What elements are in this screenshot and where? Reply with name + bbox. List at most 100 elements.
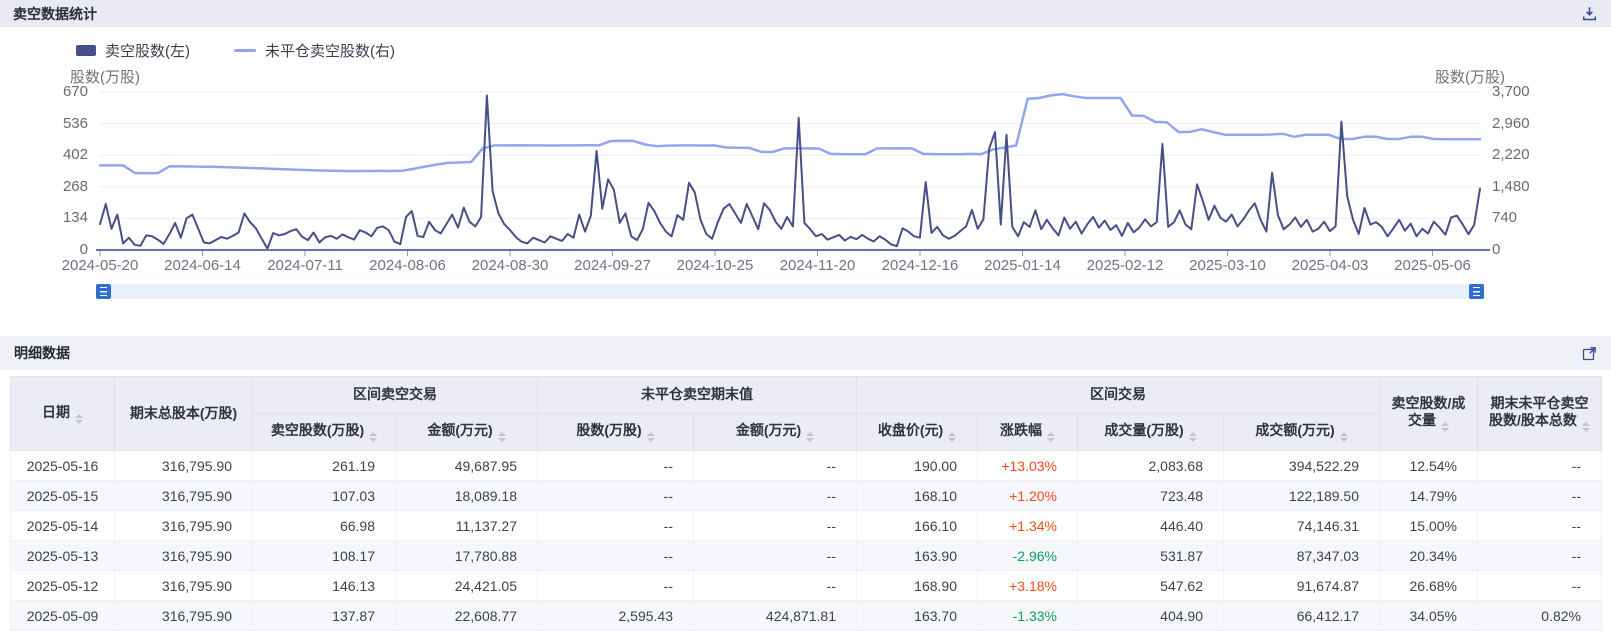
sort-icon[interactable] <box>1340 432 1348 442</box>
cell-value: 20.34% <box>1380 541 1478 571</box>
chart-title: 卖空数据统计 <box>13 4 97 24</box>
x-axis-label: 2024-10-25 <box>677 257 754 274</box>
cell-value: 26.68% <box>1380 571 1478 601</box>
cell-value: 91,674.87 <box>1224 571 1380 601</box>
col-header-short-ratio[interactable]: 卖空股数/成交量 <box>1380 377 1478 451</box>
cell-value: 49,687.95 <box>396 451 538 481</box>
sort-icon[interactable] <box>75 414 83 424</box>
right-axis-tick: 740 <box>1492 208 1572 228</box>
slider-handle-left[interactable] <box>96 284 111 299</box>
cell-value: +3.18% <box>978 571 1078 601</box>
col-header-close-price[interactable]: 收盘价(元) <box>857 414 978 451</box>
detail-data-table: 日期 期末总股本(万股) 区间卖空交易 未平仓卖空期末值 区间交易 卖空股数/成… <box>10 376 1602 631</box>
sort-icon[interactable] <box>1189 432 1197 442</box>
col-header-turnover[interactable]: 成交额(万元) <box>1224 414 1380 451</box>
x-axis-label: 2024-08-06 <box>369 257 446 274</box>
chart-plot-area[interactable]: 6705364022681340 3,7002,9602,2201,480740… <box>0 60 1611 288</box>
sort-icon[interactable] <box>369 432 377 442</box>
table-row[interactable]: 2025-05-09316,795.90137.8722,608.772,595… <box>11 601 1602 631</box>
legend-item-open-short-shares[interactable]: 未平仓卖空股数(右) <box>234 40 395 61</box>
sort-icon[interactable] <box>948 432 956 442</box>
cell-value: 316,795.90 <box>115 481 253 511</box>
left-axis-tick: 268 <box>28 177 88 197</box>
chart-zoom-slider[interactable] <box>96 284 1484 299</box>
cell-value: 66.98 <box>253 511 396 541</box>
cell-value: 531.87 <box>1078 541 1224 571</box>
chart-canvas <box>0 60 1611 288</box>
detail-section-title: 明细数据 <box>14 343 70 363</box>
cell-value: -- <box>1478 571 1602 601</box>
cell-value: 108.17 <box>253 541 396 571</box>
expand-icon[interactable] <box>1582 346 1597 361</box>
cell-value: 394,522.29 <box>1224 451 1380 481</box>
col-header-total-shares: 期末总股本(万股) <box>115 377 253 451</box>
legend-swatch-line-icon <box>234 49 256 52</box>
x-axis-label: 2024-06-14 <box>164 257 241 274</box>
cell-value: 723.48 <box>1078 481 1224 511</box>
group-header-interval-trade: 区间交易 <box>857 377 1380 414</box>
cell-value: 168.90 <box>857 571 978 601</box>
group-header-open-interest: 未平仓卖空期末值 <box>538 377 857 414</box>
cell-value: 316,795.90 <box>115 511 253 541</box>
cell-value: 316,795.90 <box>115 571 253 601</box>
cell-value: -1.33% <box>978 601 1078 631</box>
slider-track[interactable] <box>111 284 1469 299</box>
cell-date: 2025-05-12 <box>11 571 115 601</box>
cell-value: -- <box>1478 541 1602 571</box>
download-icon[interactable] <box>1582 6 1597 21</box>
slider-handle-right[interactable] <box>1469 284 1484 299</box>
legend-item-short-shares[interactable]: 卖空股数(左) <box>76 40 190 61</box>
table-row[interactable]: 2025-05-15316,795.90107.0318,089.18----1… <box>11 481 1602 511</box>
chart-legend: 卖空股数(左) 未平仓卖空股数(右) <box>76 40 395 61</box>
x-axis-label: 2025-01-14 <box>984 257 1061 274</box>
table-row[interactable]: 2025-05-14316,795.9066.9811,137.27----16… <box>11 511 1602 541</box>
col-header-date[interactable]: 日期 <box>11 377 115 451</box>
table-row[interactable]: 2025-05-13316,795.90108.1717,780.88----1… <box>11 541 1602 571</box>
x-axis-label: 2024-09-27 <box>574 257 651 274</box>
sort-icon[interactable] <box>647 432 655 442</box>
sort-icon[interactable] <box>806 432 814 442</box>
cell-value: 107.03 <box>253 481 396 511</box>
col-header-oi-ratio[interactable]: 期末未平仓卖空股数/股本总数 <box>1478 377 1602 451</box>
left-axis-tick: 670 <box>28 82 88 102</box>
sort-icon[interactable] <box>1047 432 1055 442</box>
col-header-volume[interactable]: 成交量(万股) <box>1078 414 1224 451</box>
cell-value: 87,347.03 <box>1224 541 1380 571</box>
short-selling-page: 卖空数据统计 卖空股数(左) 未平仓卖空股数(右) 股数(万股) 股数(万股) … <box>0 0 1611 631</box>
cell-value: 18,089.18 <box>396 481 538 511</box>
cell-value: 2,083.68 <box>1078 451 1224 481</box>
cell-value: -- <box>1478 511 1602 541</box>
table-row[interactable]: 2025-05-16316,795.90261.1949,687.95----1… <box>11 451 1602 481</box>
sort-icon[interactable] <box>498 432 506 442</box>
legend-label: 未平仓卖空股数(右) <box>265 40 395 61</box>
cell-date: 2025-05-09 <box>11 601 115 631</box>
cell-value: -- <box>538 511 694 541</box>
sort-icon[interactable] <box>1441 422 1449 432</box>
cell-value: 547.62 <box>1078 571 1224 601</box>
cell-date: 2025-05-16 <box>11 451 115 481</box>
group-header-short-trade: 区间卖空交易 <box>253 377 538 414</box>
cell-value: 66,412.17 <box>1224 601 1380 631</box>
cell-value: 190.00 <box>857 451 978 481</box>
col-header-short-shares[interactable]: 卖空股数(万股) <box>253 414 396 451</box>
cell-value: -- <box>694 571 857 601</box>
legend-swatch-bar-icon <box>76 45 96 56</box>
cell-value: 122,189.50 <box>1224 481 1380 511</box>
col-header-short-amount[interactable]: 金额(万元) <box>396 414 538 451</box>
col-header-oi-amount[interactable]: 金额(万元) <box>694 414 857 451</box>
table-row[interactable]: 2025-05-12316,795.90146.1324,421.05----1… <box>11 571 1602 601</box>
cell-value: 424,871.81 <box>694 601 857 631</box>
right-axis-tick: 2,220 <box>1492 145 1572 165</box>
col-header-change[interactable]: 涨跌幅 <box>978 414 1078 451</box>
cell-value: 163.70 <box>857 601 978 631</box>
left-axis-tick: 134 <box>28 208 88 228</box>
sort-icon[interactable] <box>1582 422 1590 432</box>
cell-value: -- <box>538 541 694 571</box>
cell-value: -- <box>694 481 857 511</box>
x-axis-label: 2025-04-03 <box>1292 257 1369 274</box>
x-axis-label: 2024-12-16 <box>882 257 959 274</box>
drag-handle-icon <box>100 287 107 296</box>
short-selling-stats-card: 卖空数据统计 卖空股数(左) 未平仓卖空股数(右) 股数(万股) 股数(万股) … <box>0 0 1611 322</box>
col-header-oi-shares[interactable]: 股数(万股) <box>538 414 694 451</box>
cell-value: 22,608.77 <box>396 601 538 631</box>
